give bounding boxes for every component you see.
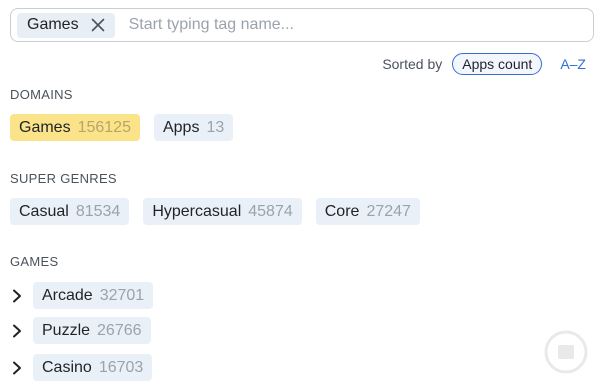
chevron-right-icon[interactable]: [10, 289, 24, 303]
domain-chip-games[interactable]: Games 156125: [10, 114, 140, 141]
watermark-logo: [408, 328, 588, 378]
chip-label: Hypercasual: [152, 202, 242, 220]
chip-count: 81534: [75, 202, 121, 220]
domains-heading: DOMAINS: [10, 87, 73, 102]
tag-picker: Games Sorted by Apps count A–Z DOMAINS G…: [0, 0, 600, 388]
tag-search-input[interactable]: [128, 13, 593, 37]
chip-label: Casual: [19, 202, 69, 220]
selected-tag: Games: [17, 12, 115, 38]
chip-count: 27247: [366, 202, 411, 220]
game-chip-casino[interactable]: Casino 16703: [33, 354, 153, 381]
sort-label: Sorted by: [382, 56, 443, 72]
chip-count: 26766: [97, 321, 142, 339]
chip-label: Puzzle: [42, 321, 91, 339]
games-heading: GAMES: [10, 254, 59, 269]
game-row-puzzle: Puzzle 26766: [10, 317, 165, 344]
chip-label: Core: [324, 202, 360, 220]
close-icon[interactable]: [91, 18, 105, 32]
chevron-right-icon[interactable]: [10, 361, 24, 375]
chip-label: Arcade: [42, 286, 93, 304]
chip-count: 45874: [248, 202, 293, 220]
chevron-right-icon[interactable]: [10, 324, 24, 338]
chip-label: Casino: [42, 358, 92, 376]
game-chip-puzzle[interactable]: Puzzle 26766: [33, 317, 151, 344]
domain-chip-apps[interactable]: Apps 13: [153, 114, 234, 141]
chip-label: Games: [19, 118, 71, 136]
chip-count: 13: [206, 118, 225, 136]
sort-apps-count-button[interactable]: Apps count: [452, 53, 543, 75]
genre-chip-core[interactable]: Core 27247: [315, 198, 420, 225]
domains-list: Games 156125 Apps 13: [10, 114, 247, 141]
tag-search-field[interactable]: Games: [10, 8, 594, 42]
genre-chip-hypercasual[interactable]: Hypercasual 45874: [143, 198, 302, 225]
sort-alphabetical-button[interactable]: A–Z: [560, 56, 586, 72]
chip-label: Apps: [162, 118, 200, 136]
chip-count: 156125: [77, 118, 131, 136]
selected-tag-label: Games: [27, 16, 79, 33]
chip-count: 32701: [99, 286, 145, 304]
super-genres-list: Casual 81534 Hypercasual 45874 Core 2724…: [10, 198, 434, 225]
genre-chip-casual[interactable]: Casual 81534: [10, 198, 130, 225]
game-row-arcade: Arcade 32701: [10, 282, 167, 309]
game-row-casino: Casino 16703: [10, 354, 166, 381]
super-genres-heading: SUPER GENRES: [10, 171, 117, 186]
sort-controls: Sorted by Apps count A–Z: [382, 53, 586, 75]
chip-count: 16703: [98, 358, 144, 376]
game-chip-arcade[interactable]: Arcade 32701: [33, 282, 154, 309]
controller-icon: [544, 330, 588, 374]
